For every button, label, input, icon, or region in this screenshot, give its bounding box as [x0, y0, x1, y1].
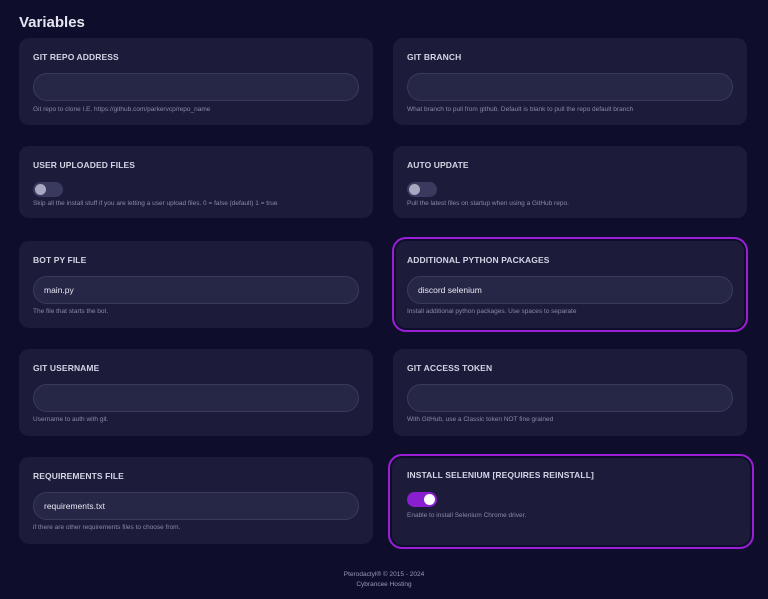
bot-py-file-label: BOT PY FILE — [33, 255, 87, 265]
card-bot-py-file: BOT PY FILE The file that starts the bot… — [19, 241, 373, 328]
toggle-knob — [35, 184, 46, 195]
footer-host-name: Cybrancee Hosting — [356, 581, 412, 588]
git-branch-input[interactable] — [407, 73, 733, 101]
card-requirements-file: REQUIREMENTS FILE if there are other req… — [19, 457, 373, 544]
git-branch-help: What branch to pull from github. Default… — [407, 106, 634, 113]
git-username-help: Username to auth with git. — [33, 416, 109, 423]
additional-python-packages-help: Install additional python packages. Use … — [407, 308, 577, 315]
git-branch-label: GIT BRANCH — [407, 52, 462, 62]
card-additional-python-packages: ADDITIONAL PYTHON PACKAGES Install addit… — [392, 237, 748, 332]
user-uploaded-files-label: USER UPLOADED FILES — [33, 160, 136, 170]
toggle-knob — [409, 184, 420, 195]
auto-update-toggle[interactable] — [407, 182, 437, 197]
additional-python-packages-input[interactable] — [407, 276, 733, 304]
git-username-input[interactable] — [33, 384, 359, 412]
toggle-knob — [424, 494, 435, 505]
git-access-token-input[interactable] — [407, 384, 733, 412]
variables-page: Variables GIT REPO ADDRESS Git repo to c… — [0, 0, 768, 599]
bot-py-file-help: The file that starts the bot. — [33, 308, 109, 315]
card-user-uploaded-files: USER UPLOADED FILES Skip all the install… — [19, 146, 373, 218]
card-git-username: GIT USERNAME Username to auth with git. — [19, 349, 373, 436]
install-selenium-toggle[interactable] — [407, 492, 437, 507]
git-access-token-label: GIT ACCESS TOKEN — [407, 363, 493, 373]
card-git-branch: GIT BRANCH What branch to pull from gith… — [393, 38, 747, 125]
bot-py-file-input[interactable] — [33, 276, 359, 304]
requirements-file-input[interactable] — [33, 492, 359, 520]
install-selenium-help: Enable to install Selenium Chrome driver… — [407, 512, 527, 519]
git-access-token-help: With GitHub, use a Classic token NOT fin… — [407, 416, 554, 423]
auto-update-help: Pull the latest files on startup when us… — [407, 200, 569, 207]
card-git-repo-address: GIT REPO ADDRESS Git repo to clone I.E. … — [19, 38, 373, 125]
install-selenium-label: INSTALL SELENIUM [REQUIRES REINSTALL] — [407, 470, 594, 480]
git-repo-address-input[interactable] — [33, 73, 359, 101]
requirements-file-label: REQUIREMENTS FILE — [33, 471, 124, 481]
card-install-selenium: INSTALL SELENIUM [REQUIRES REINSTALL] En… — [388, 454, 754, 549]
git-repo-address-help: Git repo to clone I.E. https://github.co… — [33, 106, 211, 113]
git-username-label: GIT USERNAME — [33, 363, 100, 373]
user-uploaded-files-help: Skip all the install stuff if you are le… — [33, 200, 278, 207]
auto-update-label: AUTO UPDATE — [407, 160, 469, 170]
additional-python-packages-label: ADDITIONAL PYTHON PACKAGES — [407, 255, 550, 265]
user-uploaded-files-toggle[interactable] — [33, 182, 63, 197]
page-title: Variables — [19, 14, 85, 31]
git-repo-address-label: GIT REPO ADDRESS — [33, 52, 119, 62]
card-auto-update: AUTO UPDATE Pull the latest files on sta… — [393, 146, 747, 218]
card-git-access-token: GIT ACCESS TOKEN With GitHub, use a Clas… — [393, 349, 747, 436]
footer-copyright: Pterodactyl® © 2015 - 2024 — [343, 571, 425, 578]
requirements-file-help: if there are other requirements files to… — [33, 524, 181, 531]
